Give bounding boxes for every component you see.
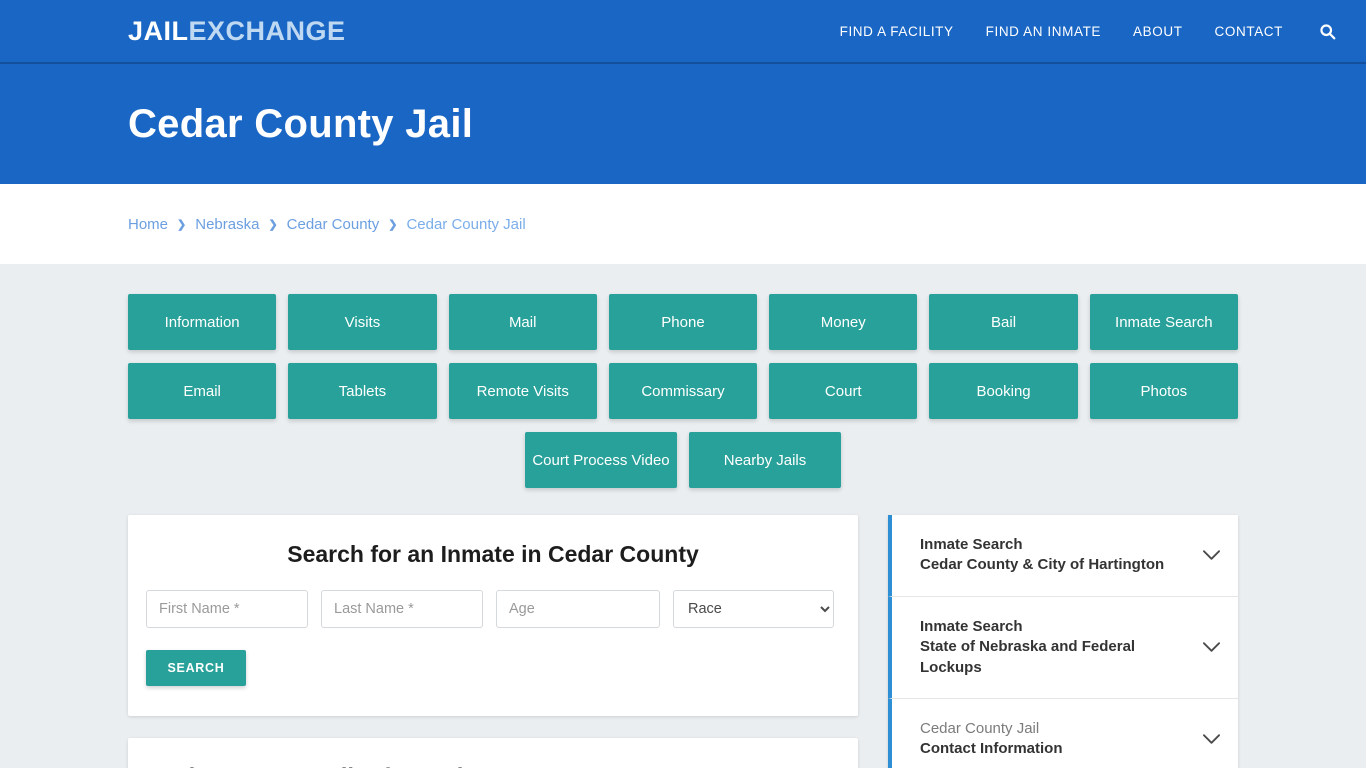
sidebar-item-label-line1: Cedar County Jail — [920, 719, 1040, 737]
page-title-banner: Cedar County Jail — [0, 64, 1366, 184]
button-visits[interactable]: Visits — [288, 294, 437, 350]
chevron-right-icon: ❯ — [268, 218, 278, 231]
button-booking[interactable]: Booking — [929, 363, 1078, 419]
nav-link-find-an-inmate[interactable]: FIND AN INMATE — [986, 24, 1101, 39]
search-heading: Search for an Inmate in Cedar County — [287, 541, 699, 567]
site-logo[interactable]: JAILEXCHANGE — [128, 15, 346, 46]
sidebar-item-label-line1: Inmate Search — [920, 617, 1023, 635]
sidebar-accordion: Inmate Search Cedar County & City of Har… — [888, 515, 1238, 768]
nav-link-contact[interactable]: CONTACT — [1215, 24, 1283, 39]
button-money[interactable]: Money — [769, 294, 918, 350]
age-input[interactable] — [496, 590, 660, 628]
button-nearby-jails[interactable]: Nearby Jails — [689, 432, 841, 488]
button-phone[interactable]: Phone — [608, 294, 758, 350]
sidebar-item-contact-information[interactable]: Cedar County Jail Contact Information — [888, 698, 1238, 768]
breadcrumb-item-nebraska[interactable]: Nebraska — [195, 216, 259, 233]
button-inmate-search[interactable]: Inmate Search — [1089, 294, 1238, 350]
search-field-row: Race — [146, 590, 840, 628]
button-remote-visits[interactable]: Remote Visits — [448, 363, 597, 419]
race-select[interactable]: Race — [673, 590, 834, 628]
breadcrumb-item-home[interactable]: Home — [128, 216, 168, 233]
chevron-down-icon[interactable] — [1200, 549, 1222, 561]
button-row-3: Court Process Video Nearby Jails — [128, 432, 1238, 488]
chevron-right-icon: ❯ — [177, 218, 187, 231]
button-court-process-video[interactable]: Court Process Video — [525, 432, 677, 488]
sidebar-item-inmate-search-cedar-county[interactable]: Inmate Search Cedar County & City of Har… — [888, 515, 1238, 597]
content-columns: Search for an Inmate in Cedar County Rac… — [128, 501, 1238, 768]
main-column: Search for an Inmate in Cedar County Rac… — [128, 515, 858, 768]
first-name-input[interactable] — [146, 590, 308, 628]
jail-information-heading: Cedar County Jail Information — [150, 764, 836, 768]
button-photos[interactable]: Photos — [1089, 363, 1238, 419]
search-submit-button[interactable]: SEARCH — [146, 650, 246, 686]
page-title: Cedar County Jail — [128, 101, 474, 146]
breadcrumb-bar: Home ❯ Nebraska ❯ Cedar County ❯ Cedar C… — [0, 184, 1366, 264]
sidebar-item-text: Inmate Search Cedar County & City of Har… — [920, 535, 1190, 576]
nav-links-group: FIND A FACILITY FIND AN INMATE ABOUT CON… — [840, 23, 1336, 40]
button-court[interactable]: Court — [769, 363, 918, 419]
breadcrumb-item-cedar-county[interactable]: Cedar County — [287, 216, 380, 233]
chevron-down-icon[interactable] — [1200, 733, 1222, 745]
top-navigation-bar: JAILEXCHANGE FIND A FACILITY FIND AN INM… — [0, 0, 1366, 64]
sidebar-item-label-line2: Cedar County & City of Hartington — [920, 556, 1165, 574]
chevron-right-icon: ❯ — [388, 218, 398, 231]
breadcrumb-item-cedar-county-jail[interactable]: Cedar County Jail — [406, 216, 525, 233]
logo-text-jail: JAIL — [128, 15, 189, 46]
button-information[interactable]: Information — [128, 294, 277, 350]
sidebar-item-label-line2: Contact Information — [920, 740, 1063, 758]
nav-link-find-a-facility[interactable]: FIND A FACILITY — [840, 24, 954, 39]
sidebar: Inmate Search Cedar County & City of Har… — [888, 515, 1238, 768]
nav-link-about[interactable]: ABOUT — [1133, 24, 1183, 39]
section-button-grid: Information Visits Mail Phone Money Bail… — [128, 294, 1238, 488]
jail-information-card: Cedar County Jail Information — [128, 738, 858, 768]
sidebar-item-label-line1: Inmate Search — [920, 536, 1023, 553]
inmate-search-card: Search for an Inmate in Cedar County Rac… — [128, 515, 858, 716]
search-icon[interactable] — [1319, 23, 1336, 40]
sidebar-item-inmate-search-state-nebraska[interactable]: Inmate Search State of Nebraska and Fede… — [888, 596, 1238, 699]
sidebar-item-text: Cedar County Jail Contact Information — [920, 719, 1190, 760]
button-commissary[interactable]: Commissary — [608, 363, 758, 419]
button-tablets[interactable]: Tablets — [288, 363, 437, 419]
sidebar-item-label-line2: State of Nebraska and Federal Lockups — [920, 638, 1136, 676]
breadcrumb: Home ❯ Nebraska ❯ Cedar County ❯ Cedar C… — [128, 216, 526, 233]
page-body: Information Visits Mail Phone Money Bail… — [0, 264, 1366, 768]
button-email[interactable]: Email — [128, 363, 277, 419]
button-row-2: Email Tablets Remote Visits Commissary C… — [128, 363, 1238, 419]
logo-text-exchange: EXCHANGE — [188, 15, 346, 46]
chevron-down-icon[interactable] — [1200, 641, 1222, 653]
last-name-input[interactable] — [321, 590, 483, 628]
button-mail[interactable]: Mail — [448, 294, 597, 350]
button-bail[interactable]: Bail — [929, 294, 1078, 350]
sidebar-item-text: Inmate Search State of Nebraska and Fede… — [920, 617, 1190, 678]
button-row-1: Information Visits Mail Phone Money Bail… — [128, 294, 1238, 350]
